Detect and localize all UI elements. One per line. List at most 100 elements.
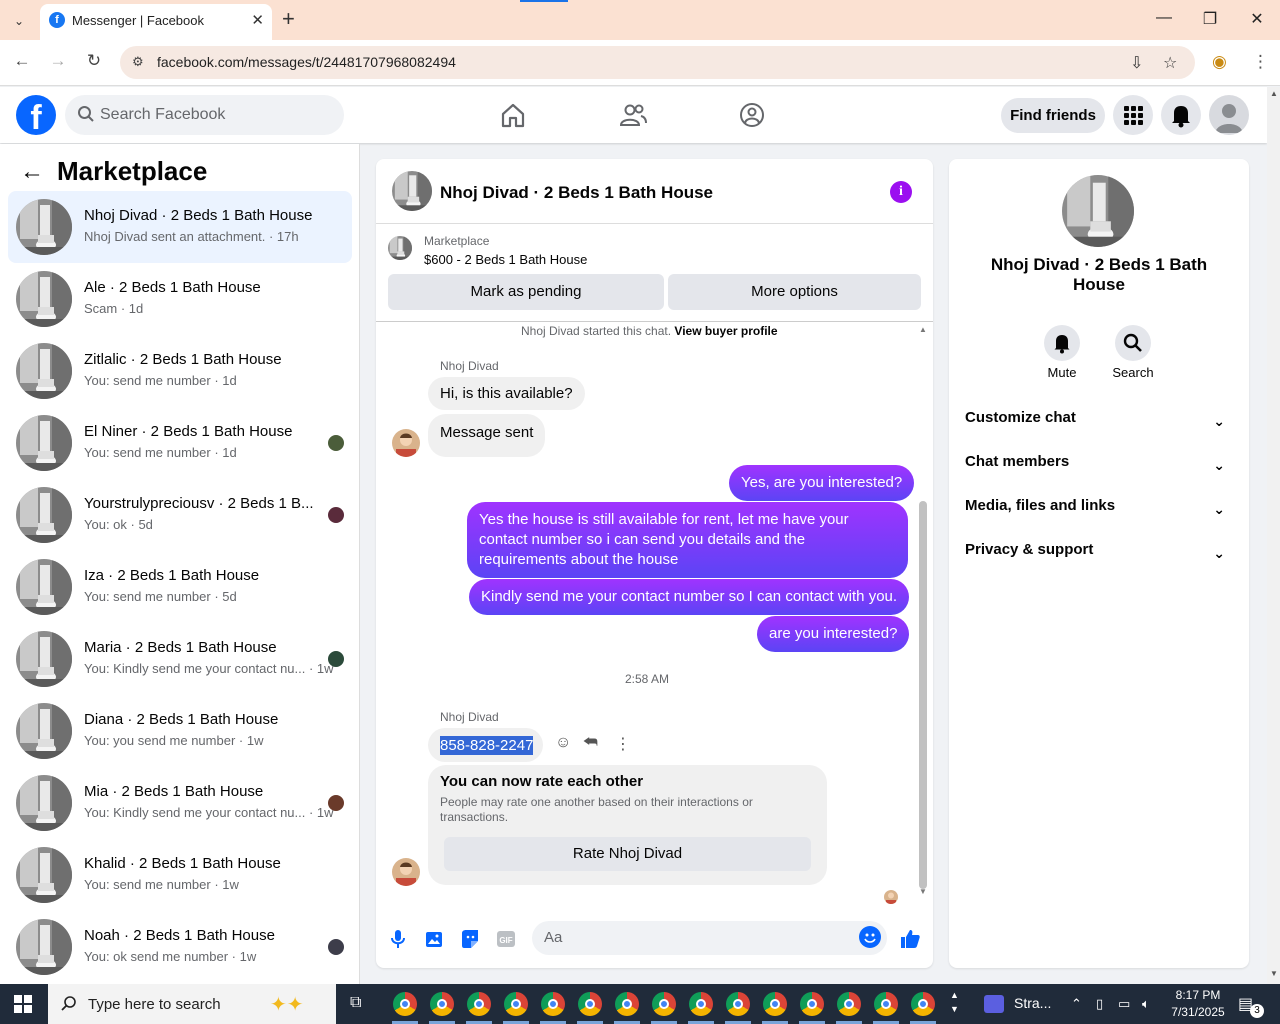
chrome-window-icon[interactable] — [393, 992, 417, 1016]
rate-user-button[interactable]: Rate Nhoj Divad — [444, 837, 811, 871]
chrome-window-icon[interactable] — [615, 992, 639, 1016]
browser-tab[interactable]: f Messenger | Facebook ✕ — [40, 4, 272, 40]
chrome-window-icon[interactable] — [578, 992, 602, 1016]
outgoing-message[interactable]: Yes the house is still available for ren… — [467, 502, 908, 578]
search-conversation-button[interactable] — [1115, 325, 1151, 361]
mute-button[interactable] — [1044, 325, 1080, 361]
emoji-icon[interactable] — [859, 926, 881, 948]
listing-thumbnail[interactable] — [388, 236, 412, 260]
more-options-button[interactable]: More options — [668, 274, 921, 310]
reply-icon[interactable]: ⮪ — [583, 734, 598, 752]
gif-icon[interactable]: GIF — [494, 927, 518, 951]
info-section-row[interactable]: Media, files and links ⌄ — [965, 497, 1233, 527]
install-app-icon[interactable]: ⇩ — [1130, 53, 1143, 73]
scrollbar-thumb[interactable] — [919, 501, 927, 889]
groups-icon[interactable] — [736, 99, 768, 131]
restore-icon[interactable]: ❐ — [1190, 9, 1230, 29]
info-section-row[interactable]: Privacy & support ⌄ — [965, 541, 1233, 571]
conversation-item[interactable]: Noah · 2 Beds 1 Bath House You: ok send m… — [8, 911, 352, 983]
incoming-message[interactable]: Hi, is this available? — [428, 377, 585, 410]
conversation-item[interactable]: Mia · 2 Beds 1 Bath House You: Kindly sen… — [8, 767, 352, 839]
omnibox[interactable]: ⚙ facebook.com/messages/t/24481707968082… — [120, 46, 1195, 79]
chrome-window-icon[interactable] — [763, 992, 787, 1016]
new-tab-icon[interactable]: + — [282, 7, 295, 31]
back-arrow-icon[interactable]: ← — [20, 158, 44, 186]
view-buyer-profile-link[interactable]: View buyer profile — [674, 324, 777, 338]
conversation-item[interactable]: Iza · 2 Beds 1 Bath House You: send me nu… — [8, 551, 352, 623]
home-icon[interactable] — [497, 99, 529, 131]
notifications-button[interactable] — [1161, 95, 1201, 135]
tab-close-icon[interactable]: ✕ — [251, 11, 264, 29]
conversation-item[interactable]: Nhoj Divad · 2 Beds 1 Bath House Nhoj Div… — [8, 191, 352, 263]
menu-grid-button[interactable] — [1113, 95, 1153, 135]
task-view-icon[interactable]: ⧉ — [350, 994, 361, 1012]
info-section-row[interactable]: Chat members ⌄ — [965, 453, 1233, 483]
chrome-window-icon[interactable] — [689, 992, 713, 1016]
back-icon[interactable]: ← — [10, 51, 34, 71]
conversation-item[interactable]: Ale · 2 Beds 1 Bath House Scam · 1d — [8, 263, 352, 335]
phone-number-message[interactable]: 858-828-2247 — [440, 736, 534, 755]
url-text[interactable]: facebook.com/messages/t/2448170796808249… — [157, 54, 456, 70]
more-actions-icon[interactable]: ⋮ — [615, 734, 631, 754]
taskbar-clock[interactable]: 8:17 PM 7/31/2025 — [1166, 987, 1230, 1021]
site-info-icon[interactable]: ⚙ — [132, 54, 144, 70]
react-emoji-icon[interactable]: ☺ — [555, 734, 571, 752]
conversation-item[interactable]: Yourstrulypreciousv · 2 Beds 1 B... You: … — [8, 479, 352, 551]
network-icon[interactable]: ▭ — [1118, 996, 1130, 1012]
bookmark-star-icon[interactable]: ☆ — [1163, 53, 1177, 73]
conversation-item[interactable]: Zitlalic · 2 Beds 1 Bath House You: send … — [8, 335, 352, 407]
chrome-window-icon[interactable] — [504, 992, 528, 1016]
conversation-item[interactable]: Diana · 2 Beds 1 Bath House You: you send… — [8, 695, 352, 767]
listing-price[interactable]: $600 - 2 Beds 1 Bath House — [424, 252, 587, 267]
forward-icon[interactable]: → — [46, 51, 70, 71]
sticker-icon[interactable] — [458, 927, 482, 951]
close-window-icon[interactable]: ✕ — [1237, 9, 1277, 29]
windows-start-icon[interactable] — [14, 995, 32, 1013]
tab-search-icon[interactable]: ⌄ — [8, 10, 30, 32]
conversation-item[interactable]: El Niner · 2 Beds 1 Bath House You: send … — [8, 407, 352, 479]
tray-chevron-icon[interactable]: ⌃ — [1071, 996, 1082, 1012]
chrome-window-icon[interactable] — [800, 992, 824, 1016]
chat-avatar[interactable] — [392, 171, 432, 211]
zoom-app-icon[interactable] — [984, 995, 1004, 1013]
profile-icon[interactable]: ◉ — [1212, 52, 1227, 72]
chrome-window-icon[interactable] — [726, 992, 750, 1016]
outgoing-message[interactable]: Yes, are you interested? — [729, 465, 915, 501]
outgoing-message[interactable]: Kindly send me your contact number so I … — [469, 579, 910, 615]
tray-device-icon[interactable]: ▯ — [1096, 996, 1103, 1012]
find-friends-button[interactable]: Find friends — [1001, 98, 1105, 133]
chrome-window-icon[interactable] — [652, 992, 676, 1016]
page-scroll-down-icon[interactable]: ▼ — [1270, 969, 1278, 978]
chrome-window-icon[interactable] — [874, 992, 898, 1016]
chrome-window-icon[interactable] — [467, 992, 491, 1016]
scroll-up-icon[interactable]: ▲ — [919, 325, 927, 334]
mark-as-pending-button[interactable]: Mark as pending — [388, 274, 664, 310]
volume-icon[interactable]: 🔈︎ — [1142, 996, 1150, 1012]
photo-icon[interactable] — [422, 927, 446, 951]
chrome-window-icon[interactable] — [541, 992, 565, 1016]
info-icon[interactable]: i — [890, 181, 912, 203]
outgoing-message[interactable]: are you interested? — [757, 616, 910, 652]
chrome-window-icon[interactable] — [911, 992, 935, 1016]
minimize-icon[interactable]: — — [1144, 9, 1184, 27]
conversation-item[interactable]: Khalid · 2 Beds 1 Bath House You: send me… — [8, 839, 352, 911]
info-section-row[interactable]: Customize chat ⌄ — [965, 409, 1233, 439]
message-input[interactable]: Aa — [532, 921, 887, 955]
chat-title[interactable]: Nhoj Divad · 2 Beds 1 Bath House — [440, 183, 713, 203]
conversation-item[interactable]: Maria · 2 Beds 1 Bath House You: Kindly s… — [8, 623, 352, 695]
chrome-window-icon[interactable] — [430, 992, 454, 1016]
taskbar-app-label[interactable]: Stra... — [1014, 995, 1051, 1011]
friends-icon[interactable] — [617, 99, 649, 131]
microphone-icon[interactable] — [386, 927, 410, 951]
facebook-logo[interactable]: f — [16, 95, 56, 137]
incoming-message[interactable]: Message sent — [428, 414, 546, 457]
facebook-search-input[interactable]: Search Facebook — [65, 95, 344, 135]
page-scroll-up-icon[interactable]: ▲ — [1270, 89, 1278, 98]
reload-icon[interactable]: ↻ — [82, 51, 106, 71]
like-thumbs-up-icon[interactable] — [898, 927, 922, 951]
taskbar-search-box[interactable]: Type here to search ✦✦ — [48, 984, 336, 1024]
chrome-window-icon[interactable] — [837, 992, 861, 1016]
page-scrollbar[interactable]: ▲ ▼ — [1267, 87, 1280, 984]
account-avatar[interactable] — [1209, 95, 1249, 135]
taskbar-scroll-icon[interactable]: ▲ ▼ — [950, 988, 959, 1016]
